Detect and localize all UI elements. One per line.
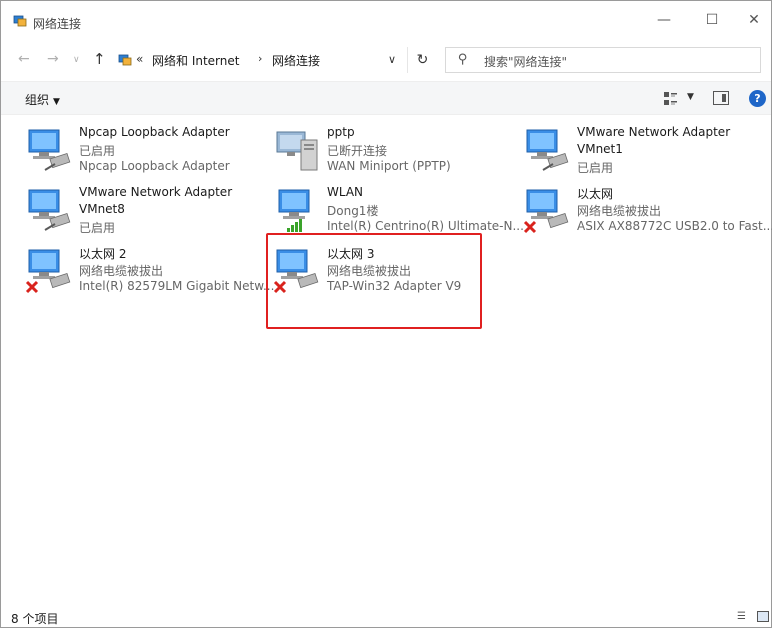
connection-device: Intel(R) 82579LM Gigabit Netw... [79, 279, 275, 293]
connection-status: 网络电缆被拔出 [577, 204, 662, 218]
address-bar[interactable]: « 网络和 Internet › 网络连接 ∨ [114, 47, 407, 73]
selection-highlight-box [266, 233, 482, 329]
wifi-adapter-icon [278, 189, 310, 232]
connection-status: 已启用 [79, 144, 116, 158]
chevron-right-icon[interactable]: › [258, 52, 262, 65]
network-adapter-icon [526, 129, 569, 171]
search-input[interactable]: ⚲ 搜索"网络连接" [445, 47, 761, 73]
address-dropdown-button[interactable]: ∨ [388, 53, 396, 66]
breadcrumb-network-internet[interactable]: 网络和 Internet [152, 52, 239, 69]
minimize-button[interactable]: — [641, 5, 687, 35]
connection-name: WLAN [327, 185, 364, 199]
window-title: 网络连接 [33, 17, 82, 31]
list-item[interactable]: VMware Network Adapter VMnet1 已启用 [523, 122, 771, 178]
connection-device: Intel(R) Centrino(R) Ultimate-N... [327, 219, 524, 233]
list-item[interactable]: 以太网 网络电缆被拔出 ASIX AX88772C USB2.0 to Fast… [523, 182, 772, 238]
connection-status: VMnet8 [79, 202, 125, 216]
connection-device: WAN Miniport (PPTP) [327, 159, 451, 173]
connection-device: Npcap Loopback Adapter [79, 159, 230, 173]
close-button[interactable]: ✕ [731, 5, 772, 35]
list-item[interactable]: Npcap Loopback Adapter 已启用 Npcap Loopbac… [25, 122, 273, 178]
connection-name: Npcap Loopback Adapter [79, 125, 230, 139]
connection-name: VMware Network Adapter [577, 125, 731, 139]
organize-menu[interactable]: 组织 ▼ [25, 91, 60, 108]
vpn-connection-icon [276, 131, 318, 171]
list-item[interactable]: WLAN Dong1楼 Intel(R) Centrino(R) Ultimat… [273, 182, 524, 238]
explorer-window: 网络连接 — ☐ ✕ ← → ∨ ↑ « 网络和 Internet › 网络连接… [0, 0, 772, 628]
up-button[interactable]: ↑ [93, 50, 106, 68]
status-bar: 8 个项目 ☰ [1, 607, 771, 627]
connection-name: VMware Network Adapter [79, 185, 233, 199]
forward-button[interactable]: → [47, 51, 59, 67]
recent-locations-button[interactable]: ∨ [73, 55, 80, 65]
caret-down-icon: ▼ [53, 97, 60, 107]
back-button[interactable]: ← [18, 51, 30, 67]
maximize-button[interactable]: ☐ [689, 5, 735, 35]
list-item[interactable]: 以太网 2 网络电缆被拔出 Intel(R) 82579LM Gigabit N… [25, 242, 275, 298]
network-adapter-icon [28, 129, 71, 171]
network-adapter-unplugged-icon [25, 249, 71, 294]
search-placeholder: 搜索"网络连接" [484, 55, 568, 69]
connection-device: 已启用 [79, 221, 116, 235]
help-button[interactable]: ? [749, 90, 766, 107]
network-adapter-icon [28, 189, 71, 231]
item-count: 8 个项目 [11, 612, 59, 626]
list-item[interactable]: pptp 已断开连接 WAN Miniport (PPTP) [273, 122, 521, 178]
breadcrumb-network-connections[interactable]: 网络连接 [272, 52, 320, 69]
connection-name: 以太网 2 [79, 247, 127, 261]
command-bar: 组织 ▼ ▼ ? [1, 81, 771, 115]
preview-pane-button[interactable] [713, 91, 729, 105]
connection-status: 已断开连接 [327, 144, 388, 158]
network-connections-icon [13, 15, 27, 27]
details-view-icon[interactable]: ☰ [737, 611, 746, 622]
connection-name: pptp [327, 125, 355, 139]
address-row: ← → ∨ ↑ « 网络和 Internet › 网络连接 ∨ ↻ ⚲ 搜索"网… [1, 39, 771, 81]
connection-status: Dong1楼 [327, 204, 379, 218]
view-options-caret-icon[interactable]: ▼ [687, 92, 694, 102]
connections-list: Npcap Loopback Adapter 已启用 Npcap Loopbac… [1, 116, 772, 606]
title-bar: 网络连接 — ☐ ✕ [1, 1, 771, 39]
breadcrumb-overflow[interactable]: « [136, 52, 143, 66]
large-icons-view-icon[interactable] [757, 611, 769, 622]
connection-name: 以太网 [577, 187, 614, 201]
search-icon: ⚲ [458, 52, 468, 67]
network-adapter-unplugged-icon [523, 189, 569, 234]
connection-device: ASIX AX88772C USB2.0 to Fast... [577, 219, 772, 233]
list-item[interactable]: VMware Network Adapter VMnet8 已启用 [25, 182, 273, 238]
connection-status: VMnet1 [577, 142, 623, 156]
network-connections-icon [118, 54, 132, 66]
organize-label: 组织 [25, 93, 50, 107]
refresh-button[interactable]: ↻ [407, 47, 437, 73]
connection-device: 已启用 [577, 161, 614, 175]
connection-status: 网络电缆被拔出 [79, 264, 164, 278]
